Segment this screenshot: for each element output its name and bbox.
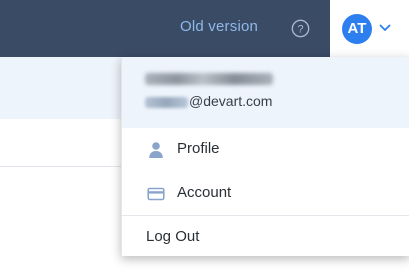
question-circle-icon[interactable]: ? [291,19,310,38]
logout-button[interactable]: Log Out [122,220,409,256]
avatar[interactable]: AT [342,14,372,44]
menu-item-profile[interactable]: Profile [122,128,409,170]
svg-text:?: ? [297,23,303,35]
user-info-header: @devart.com [122,57,409,128]
old-version-link[interactable]: Old version [180,18,258,35]
email-local-part-redacted [145,96,188,108]
content-divider [0,166,122,167]
menu-item-label: Profile [177,140,220,157]
user-name-redacted [145,73,273,85]
logout-label: Log Out [146,228,200,245]
menu-item-account[interactable]: Account [122,172,409,214]
chevron-down-icon[interactable] [379,24,391,32]
account-dropdown-menu: @devart.com Profile Account Log Out [121,57,409,256]
email-domain: @devart.com [189,93,273,109]
menu-item-label: Account [177,184,232,201]
credit-card-icon [147,187,165,201]
user-email: @devart.com [145,93,272,109]
menu-divider [122,215,409,216]
user-icon [149,142,163,158]
